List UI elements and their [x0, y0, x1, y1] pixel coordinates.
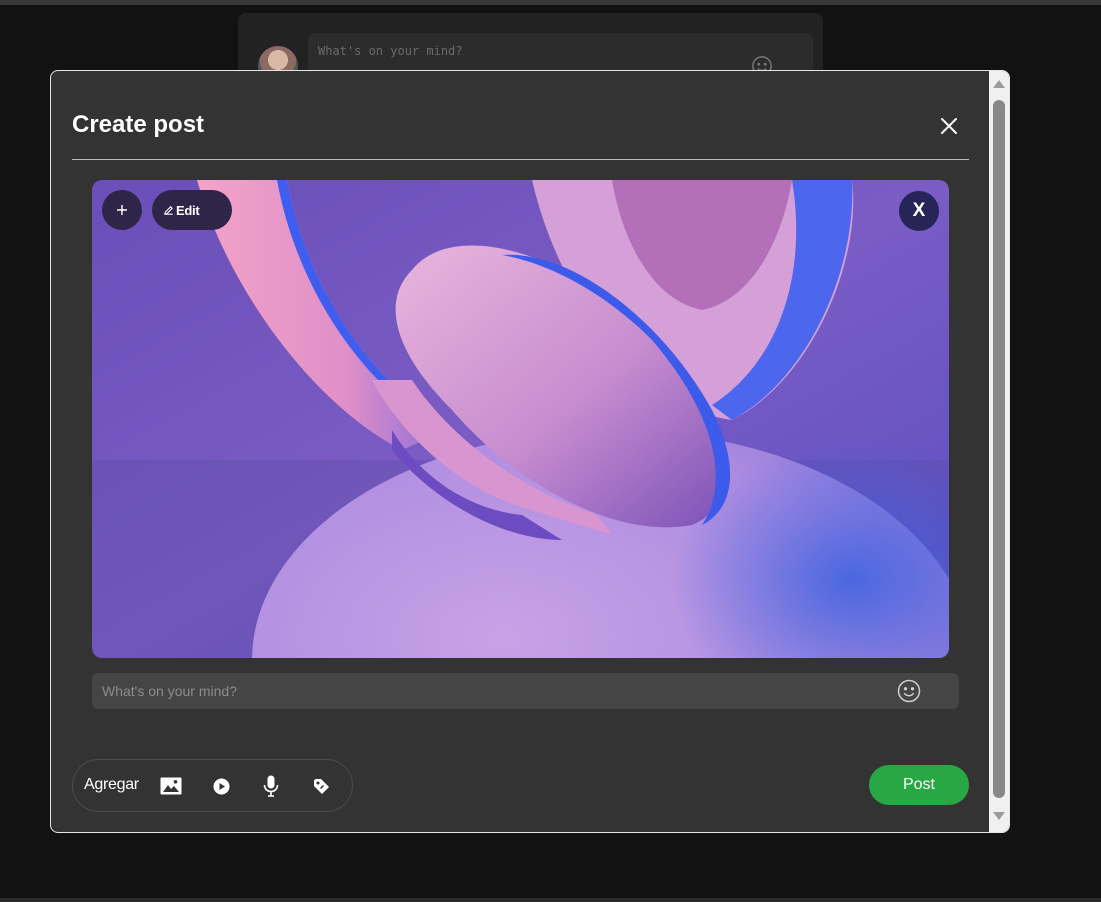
post-button[interactable]: Post — [869, 765, 969, 805]
media-preview-image — [92, 180, 949, 658]
smiley-icon[interactable] — [897, 679, 921, 703]
window-top-bar — [0, 0, 1101, 5]
modal-title: Create post — [72, 111, 205, 138]
add-audio-button[interactable] — [259, 774, 283, 798]
edit-label: Edit — [176, 202, 200, 218]
header-divider — [72, 159, 969, 160]
pencil-icon — [164, 205, 173, 215]
remove-media-label: X — [912, 200, 926, 221]
remove-media-button[interactable]: X — [899, 191, 939, 231]
post-text-input[interactable] — [92, 673, 882, 709]
tag-icon — [313, 778, 329, 794]
add-image-button[interactable] — [159, 774, 183, 798]
feed-composer-placeholder: What's on your mind? — [318, 44, 463, 58]
add-video-button[interactable] — [209, 774, 233, 798]
scrollbar-thumb[interactable] — [993, 100, 1005, 798]
post-text-field — [92, 673, 959, 709]
edit-media-button[interactable]: Edit — [152, 190, 232, 230]
close-icon[interactable] — [934, 111, 964, 141]
image-icon — [160, 777, 182, 795]
add-label: Agregar — [84, 776, 139, 793]
add-tag-button[interactable] — [309, 774, 333, 798]
scroll-down-arrow-icon[interactable] — [993, 812, 1005, 820]
window-bottom-bar — [0, 898, 1101, 902]
scroll-up-arrow-icon[interactable] — [993, 80, 1005, 88]
add-to-post-bar: Agregar — [72, 759, 353, 812]
modal-scrollbar[interactable] — [989, 71, 1009, 832]
play-icon — [213, 778, 229, 794]
plus-icon — [117, 205, 127, 215]
create-post-modal: Create post Edit X What's on your mind? … — [50, 70, 1010, 833]
microphone-icon — [263, 775, 279, 797]
add-media-button[interactable] — [102, 190, 142, 230]
